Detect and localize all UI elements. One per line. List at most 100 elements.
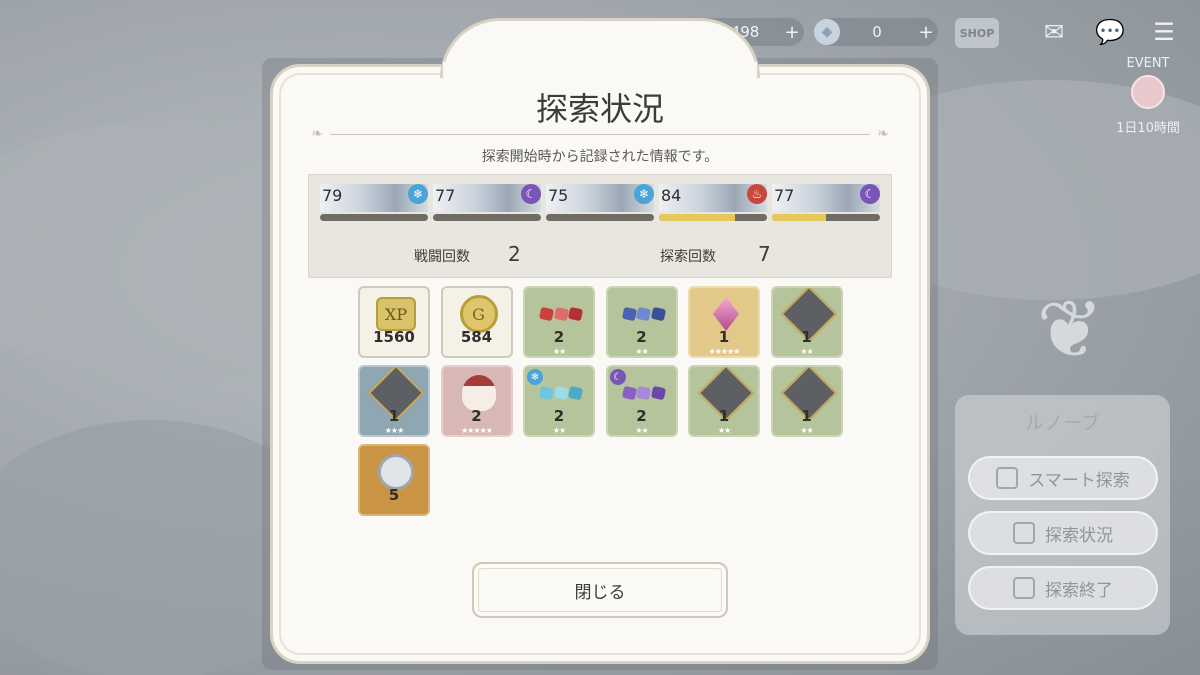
party-member: 75 ❄ (546, 184, 654, 222)
member-gauge (433, 214, 541, 221)
reward-count: 5 (388, 486, 400, 504)
reward-count: 2 (553, 328, 565, 346)
member-gauge (659, 214, 767, 221)
member-portrait: 75 ❄ (546, 184, 654, 212)
reward-gold-item[interactable]: G 584 (440, 286, 513, 358)
member-level: 84 (661, 186, 682, 205)
member-level: 75 (548, 186, 569, 205)
reward-rarity-stars: ★★ (717, 426, 731, 435)
explore-count-value: 7 (758, 242, 771, 266)
party-member: 84 ♨ (659, 184, 767, 222)
event-time: 1日10時間 (1116, 121, 1180, 136)
reward-character-medal-item[interactable]: 1 ★★★ (358, 365, 430, 437)
party-member: 79 ❄ (320, 184, 428, 222)
add-gem-button[interactable]: + (914, 22, 938, 43)
member-portrait: 77 ☾ (772, 184, 880, 212)
reward-count: 2 (553, 407, 565, 425)
reward-count: 1 (718, 328, 730, 346)
member-level: 77 (435, 186, 456, 205)
reward-xp-item[interactable]: XP 1560 (358, 286, 430, 358)
reward-character-medal-item[interactable]: 1 ★★ (770, 286, 843, 358)
ice-element-icon: ❄ (634, 184, 654, 204)
ice-element-icon: ❄ (527, 369, 543, 385)
location-name: ルノーブ (1025, 412, 1100, 434)
battle-count-label: 戦闘回数 (414, 249, 470, 265)
reward-character-medal-item[interactable]: 1 ★★ (770, 365, 843, 437)
reward-rarity-stars: ★★ (635, 347, 648, 356)
explore-status-label: 探索状況 (1045, 525, 1113, 546)
reward-rarity-stars: ★★★★★ (461, 426, 493, 435)
reward-blue-gem-item[interactable]: 2 ★★ (605, 286, 678, 358)
smart-explore-label: スマート探索 (1028, 470, 1130, 491)
reward-character-medal-item[interactable]: 1 ★★ (688, 365, 760, 437)
reward-pink-crystal-item[interactable]: 1 ★★★★★ (688, 286, 760, 358)
moon-element-icon: ☾ (860, 184, 880, 204)
reward-rarity-stars: ★★★★★ (708, 347, 741, 356)
event-button[interactable]: EVENT 1日10時間 (1108, 56, 1188, 136)
reward-parfait-item[interactable]: 2 ★★★★★ (440, 365, 513, 437)
end-explore-button[interactable]: 探索終了 (968, 566, 1158, 610)
exit-icon (1013, 577, 1035, 599)
shop-button[interactable]: SHOP (955, 18, 999, 48)
title-divider (330, 134, 870, 135)
menu-icon[interactable]: ☰ (1146, 16, 1182, 48)
party-member: 77 ☾ (433, 184, 541, 222)
member-level: 79 (322, 186, 343, 205)
moon-element-icon: ☾ (609, 369, 626, 385)
member-portrait: 79 ❄ (320, 184, 428, 212)
member-gauge (320, 214, 428, 221)
gem-value: 0 (872, 23, 882, 41)
chat-icon[interactable]: 💬 (1092, 16, 1128, 48)
fire-element-icon: ♨ (747, 184, 767, 204)
dialog-title: 探索状況 (535, 90, 664, 128)
reward-count: 2 (471, 407, 482, 425)
mail-icon[interactable]: ✉ (1036, 16, 1072, 48)
dialog-subtitle: 探索開始時から記録された情報です。 (481, 149, 719, 165)
member-gauge (546, 214, 654, 221)
battle-count-value: 2 (508, 242, 521, 266)
member-gauge-fill (772, 214, 826, 221)
smart-explore-button[interactable]: スマート探索 (968, 456, 1158, 500)
ornament-left-icon: ❧ (311, 126, 323, 142)
reward-count: 1 (801, 407, 812, 425)
party-member: 77 ☾ (772, 184, 880, 222)
currency-gem[interactable]: ◆ 0 + (814, 18, 938, 46)
reward-count: 1 (801, 328, 812, 346)
reward-count: 2 (636, 407, 647, 425)
reward-compass-item[interactable]: 5 (358, 444, 430, 516)
member-gauge-fill (659, 214, 735, 221)
reward-rarity-stars: ★★ (800, 347, 813, 356)
explore-count-label: 探索回数 (660, 249, 716, 265)
event-label: EVENT (1126, 56, 1170, 71)
ice-element-icon: ❄ (408, 184, 428, 204)
reward-count: 584 (460, 328, 493, 346)
ornament-right-icon: ❧ (877, 126, 889, 142)
member-portrait: 77 ☾ (433, 184, 541, 212)
reward-rarity-stars: ★★ (552, 347, 566, 356)
reward-rarity-stars: ★★ (635, 426, 648, 435)
reward-count: 1 (388, 407, 400, 425)
reward-rarity-stars: ★★ (800, 426, 813, 435)
reward-ice-gem-item[interactable]: ❄ 2 ★★ (523, 365, 595, 437)
reward-moon-gem-item[interactable]: ☾ 2 ★★ (605, 365, 678, 437)
winged-emblem-icon: ❦ (1036, 283, 1104, 376)
member-level: 77 (774, 186, 795, 205)
reward-rarity-stars: ★★ (552, 426, 566, 435)
end-explore-label: 探索終了 (1045, 580, 1113, 601)
add-coin-button[interactable]: + (780, 22, 804, 43)
reward-count: 2 (636, 328, 647, 346)
reward-count: 1560 (373, 328, 415, 346)
event-parfait-icon (1131, 75, 1165, 109)
reward-red-gem-item[interactable]: 2 ★★ (523, 286, 595, 358)
reward-rarity-stars: ★★★ (384, 426, 405, 435)
close-button[interactable]: 閉じる (472, 562, 728, 618)
reward-count: 1 (718, 407, 730, 425)
explore-status-button[interactable]: 探索状況 (968, 511, 1158, 555)
dialog-tab-join (443, 62, 757, 82)
smart-explore-icon (996, 467, 1019, 489)
cube-gem-icon: ◆ (814, 19, 840, 45)
clipboard-icon (1013, 522, 1035, 544)
member-gauge (772, 214, 880, 221)
moon-element-icon: ☾ (521, 184, 541, 204)
member-portrait: 84 ♨ (659, 184, 767, 212)
